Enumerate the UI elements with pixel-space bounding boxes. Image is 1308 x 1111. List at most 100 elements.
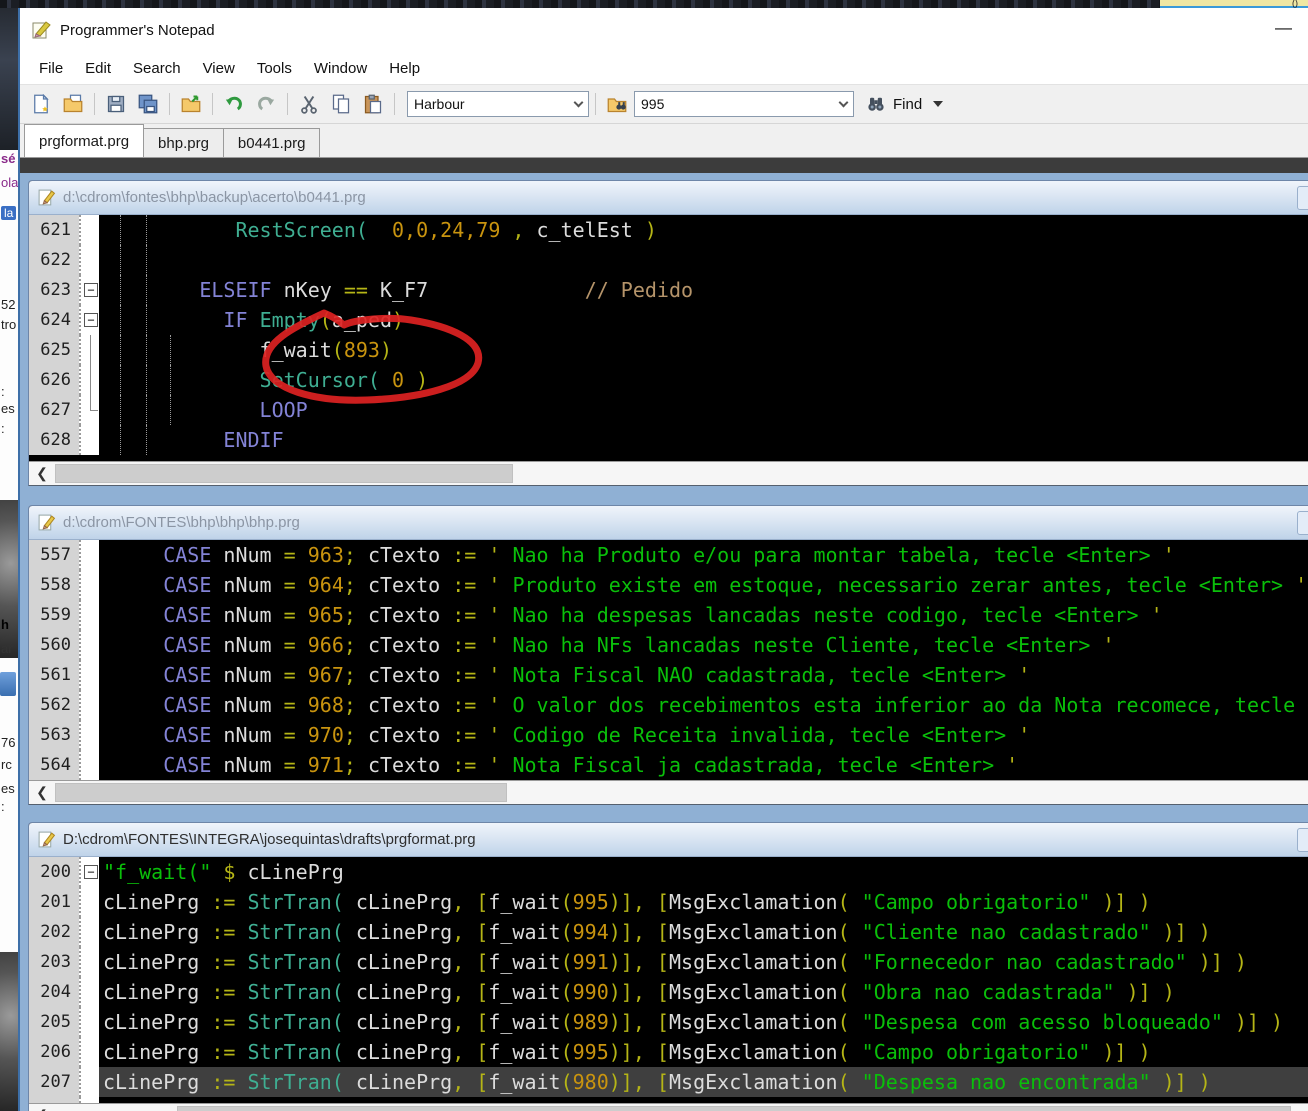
fold-collapse-icon[interactable]: −	[84, 313, 98, 327]
code-text[interactable]: CASE nNum = 965; cTexto := ' Nao ha desp…	[99, 600, 1308, 630]
menu-window[interactable]: Window	[303, 56, 378, 81]
tab-bhp-prg[interactable]: bhp.prg	[143, 128, 224, 157]
code-text[interactable]: CASE nNum = 970; cTexto := ' Codigo de R…	[99, 720, 1308, 750]
search-input[interactable]: 995	[634, 91, 854, 117]
menu-edit[interactable]: Edit	[74, 56, 122, 81]
code-line-205[interactable]: 205 cLinePrg := StrTran( cLinePrg, [f_wai…	[29, 1007, 1308, 1037]
code-line-561[interactable]: 561 CASE nNum = 967; cTexto := ' Nota Fi…	[29, 660, 1308, 690]
find-in-files-button[interactable]	[602, 90, 632, 118]
code-line-200[interactable]: 200− "f_wait(" $ cLinePrg	[29, 857, 1308, 887]
code-text[interactable]: RestScreen( 0,0,24,79 , c_telEst )	[99, 215, 1308, 245]
horizontal-scrollbar[interactable]: ❮	[29, 461, 1308, 485]
undo-button[interactable]	[219, 90, 249, 118]
code-line-624[interactable]: 624− IF Empty(a_ped)	[29, 305, 1308, 335]
title-bar[interactable]: Programmer's Notepad —	[20, 8, 1308, 52]
code-line-560[interactable]: 560 CASE nNum = 966; cTexto := ' Nao ha …	[29, 630, 1308, 660]
code-text[interactable]: CASE nNum = 971; cTexto := ' Nota Fiscal…	[99, 750, 1308, 780]
code-text[interactable]: cLinePrg := StrTran( cLinePrg, [f_wait(9…	[99, 887, 1308, 917]
pane-button[interactable]	[1297, 185, 1308, 210]
pane-button[interactable]	[1297, 510, 1308, 535]
code-line-621[interactable]: 621 RestScreen( 0,0,24,79 , c_telEst )	[29, 215, 1308, 245]
pane-title-bar[interactable]: d:\cdrom\fontes\bhp\backup\acerto\b0441.…	[29, 181, 1308, 215]
fold-margin[interactable]: −	[79, 275, 99, 305]
code-line-562[interactable]: 562 CASE nNum = 968; cTexto := ' O valor…	[29, 690, 1308, 720]
find-dropdown-caret[interactable]	[933, 101, 944, 107]
code-text[interactable]: IF Empty(a_ped)	[99, 305, 1308, 335]
save-all-button[interactable]	[133, 90, 163, 118]
code-text[interactable]: ELSEIF nKey == K_F7 // Pedido	[99, 275, 1308, 305]
scrollbar-thumb[interactable]	[55, 464, 513, 483]
horizontal-scrollbar[interactable]: ❮	[29, 780, 1308, 804]
code-line-622[interactable]: 622	[29, 245, 1308, 275]
copy-button[interactable]	[326, 90, 356, 118]
save-button[interactable]	[101, 90, 131, 118]
code-line-557[interactable]: 557 CASE nNum = 963; cTexto := ' Nao ha …	[29, 540, 1308, 570]
scrollbar-thumb[interactable]	[55, 783, 507, 802]
code-text[interactable]: cLinePrg := StrTran( cLinePrg, [f_wait(9…	[99, 1037, 1308, 1067]
menu-view[interactable]: View	[192, 56, 246, 81]
code-line-201[interactable]: 201 cLinePrg := StrTran( cLinePrg, [f_wai…	[29, 887, 1308, 917]
code-text[interactable]: "f_wait(" $ cLinePrg	[99, 857, 1308, 887]
cut-button[interactable]	[294, 90, 324, 118]
code-text[interactable]: CASE nNum = 968; cTexto := ' O valor dos…	[99, 690, 1308, 720]
code-line-558[interactable]: 558 CASE nNum = 964; cTexto := ' Produto…	[29, 570, 1308, 600]
code-line-564[interactable]: 564 CASE nNum = 971; cTexto := ' Nota Fi…	[29, 750, 1308, 780]
code-text[interactable]: cLinePrg := StrTran( cLinePrg, [f_wait(9…	[99, 1007, 1308, 1037]
code-line-563[interactable]: 563 CASE nNum = 970; cTexto := ' Codigo …	[29, 720, 1308, 750]
code-text[interactable]: CASE nNum = 964; cTexto := ' Produto exi…	[99, 570, 1308, 600]
code-line-204[interactable]: 204 cLinePrg := StrTran( cLinePrg, [f_wai…	[29, 977, 1308, 1007]
scroll-left-arrow-icon[interactable]: ❮	[29, 462, 55, 485]
code-text[interactable]	[99, 245, 1308, 275]
menu-search[interactable]: Search	[122, 56, 192, 81]
paste-button[interactable]	[358, 90, 388, 118]
scroll-left-arrow-icon[interactable]: ❮	[29, 1104, 55, 1111]
code-line-628[interactable]: 628 ENDIF	[29, 425, 1308, 455]
code-text[interactable]: SetCursor( 0 )	[99, 365, 1308, 395]
code-area[interactable]: 200− "f_wait(" $ cLinePrg 201 cLinePrg := S…	[29, 857, 1308, 1103]
code-line-623[interactable]: 623− ELSEIF nKey == K_F7 // Pedido	[29, 275, 1308, 305]
open-folder-button[interactable]	[176, 90, 206, 118]
code-text[interactable]: LOOP	[99, 395, 1308, 425]
pane-title-bar[interactable]: d:\cdrom\FONTES\bhp\bhp\bhp.prg	[29, 506, 1308, 540]
fold-margin[interactable]: −	[79, 857, 99, 887]
minimize-button[interactable]: —	[1275, 18, 1292, 38]
menu-help[interactable]: Help	[378, 56, 431, 81]
scroll-left-arrow-icon[interactable]: ❮	[29, 781, 55, 804]
fold-collapse-icon[interactable]: −	[84, 865, 98, 879]
new-file-button[interactable]	[26, 90, 56, 118]
code-text[interactable]: cLinePrg := StrTran( cLinePrg, [f_wait(9…	[99, 917, 1308, 947]
code-line-559[interactable]: 559 CASE nNum = 965; cTexto := ' Nao ha …	[29, 600, 1308, 630]
code-line-625[interactable]: 625 f_wait(893)	[29, 335, 1308, 365]
find-button[interactable]: Find	[866, 94, 944, 114]
redo-button[interactable]	[251, 90, 281, 118]
horizontal-scrollbar[interactable]: ❮	[29, 1103, 1308, 1111]
code-area[interactable]: 621 RestScreen( 0,0,24,79 , c_telEst ) 62…	[29, 215, 1308, 461]
menu-file[interactable]: File	[28, 56, 74, 81]
pane-button[interactable]	[1297, 827, 1308, 852]
scrollbar-thumb[interactable]	[177, 1106, 1291, 1111]
fold-collapse-icon[interactable]: −	[84, 283, 98, 297]
code-text[interactable]: CASE nNum = 967; cTexto := ' Nota Fiscal…	[99, 660, 1308, 690]
menu-tools[interactable]: Tools	[246, 56, 303, 81]
code-area[interactable]: 557 CASE nNum = 963; cTexto := ' Nao ha …	[29, 540, 1308, 780]
code-line-626[interactable]: 626 SetCursor( 0 )	[29, 365, 1308, 395]
code-line-627[interactable]: 627 LOOP	[29, 395, 1308, 425]
code-line-203[interactable]: 203 cLinePrg := StrTran( cLinePrg, [f_wai…	[29, 947, 1308, 977]
fold-margin[interactable]: −	[79, 305, 99, 335]
code-text[interactable]: cLinePrg := StrTran( cLinePrg, [f_wait(9…	[99, 977, 1308, 1007]
tab-prgformat-prg[interactable]: prgformat.prg	[24, 124, 145, 157]
scheme-selector[interactable]: Harbour	[407, 91, 589, 117]
tab-b0441-prg[interactable]: b0441.prg	[222, 128, 321, 157]
code-line-206[interactable]: 206 cLinePrg := StrTran( cLinePrg, [f_wai…	[29, 1037, 1308, 1067]
code-text[interactable]: cLinePrg := StrTran( cLinePrg, [f_wait(9…	[99, 947, 1308, 977]
code-line-202[interactable]: 202 cLinePrg := StrTran( cLinePrg, [f_wai…	[29, 917, 1308, 947]
code-text[interactable]: CASE nNum = 963; cTexto := ' Nao ha Prod…	[99, 540, 1308, 570]
code-text[interactable]: cLinePrg := StrTran( cLinePrg, [f_wait(9…	[99, 1067, 1308, 1097]
code-text[interactable]: f_wait(893)	[99, 335, 1308, 365]
toolbar-separator	[169, 93, 170, 115]
code-text[interactable]: CASE nNum = 966; cTexto := ' Nao ha NFs …	[99, 630, 1308, 660]
pane-title-bar[interactable]: D:\cdrom\FONTES\INTEGRA\josequintas\draf…	[29, 823, 1308, 857]
code-line-207[interactable]: 207 cLinePrg := StrTran( cLinePrg, [f_wai…	[29, 1067, 1308, 1097]
code-text[interactable]: ENDIF	[99, 425, 1308, 455]
open-file-button[interactable]	[58, 90, 88, 118]
